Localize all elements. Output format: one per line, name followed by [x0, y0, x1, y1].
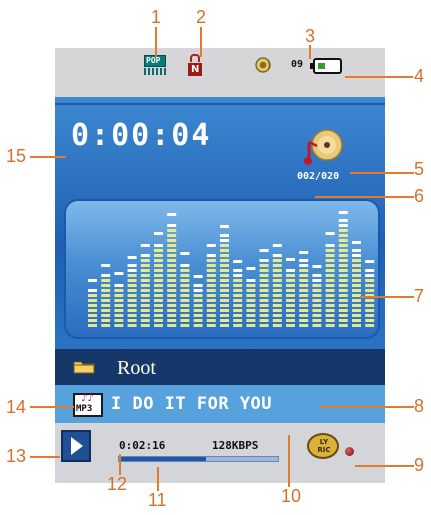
leader-11 — [157, 467, 159, 491]
callout-2: 2 — [196, 7, 207, 27]
leader-12 — [119, 454, 121, 475]
equalizer-bar — [338, 211, 348, 327]
equalizer-bar — [154, 232, 163, 327]
equalizer-bar — [114, 272, 124, 327]
leader-15 — [30, 156, 66, 158]
leader-8 — [320, 406, 414, 408]
equalizer-display — [64, 199, 380, 339]
song-title-row[interactable]: ♪♪ MP3 I DO IT FOR YOU — [55, 385, 385, 423]
callout-1: 1 — [151, 7, 162, 27]
elapsed-time: 0:02:16 — [119, 439, 166, 452]
folder-label: Root — [117, 357, 156, 379]
equalizer-bar — [206, 244, 216, 327]
leader-5 — [350, 172, 414, 174]
callout-10: 10 — [281, 486, 302, 506]
lyric-icon[interactable]: LY RIC — [307, 433, 339, 459]
mp3-file-icon: ♪♪ MP3 — [73, 393, 103, 417]
callout-5: 5 — [414, 159, 425, 179]
play-icon[interactable] — [61, 430, 91, 462]
equalizer-bar — [101, 264, 111, 327]
equalizer-bar — [259, 249, 269, 327]
equalizer-bars — [88, 211, 375, 327]
progress-bar[interactable] — [118, 456, 279, 462]
equalizer-bar — [180, 252, 190, 327]
equalizer-bar — [312, 265, 322, 327]
callout-11: 11 — [148, 490, 167, 510]
leader-4 — [345, 76, 413, 78]
equalizer-bar — [193, 275, 203, 327]
bottom-bar: 0:02:16 128KBPS LY RIC — [55, 423, 385, 483]
leader-10 — [288, 435, 290, 487]
equalizer-bar — [325, 232, 335, 327]
callout-14: 14 — [6, 397, 27, 417]
callout-7: 7 — [414, 286, 425, 306]
track-counter: 002/020 — [297, 171, 340, 182]
folder-row[interactable]: Root — [55, 349, 385, 385]
equalizer-bar — [233, 260, 243, 327]
callout-9: 9 — [414, 455, 425, 475]
playback-time: 0:00:04 — [71, 118, 212, 153]
repeat-label: N — [191, 64, 200, 75]
callout-8: 8 — [414, 396, 425, 416]
leader-1 — [155, 27, 157, 57]
folder-icon — [73, 358, 95, 374]
equalizer-bar — [88, 279, 97, 327]
status-bar: POP N 09 — [55, 48, 385, 97]
lyric-label: LY RIC — [317, 438, 331, 454]
leader-7 — [360, 296, 414, 298]
record-dot-icon — [345, 447, 354, 456]
equalizer-bar — [220, 225, 229, 327]
music-cd-icon — [303, 128, 343, 168]
equalizer-bar — [127, 256, 137, 327]
callout-3: 3 — [305, 26, 316, 46]
equalizer-bar — [299, 251, 309, 327]
pop-eq-icon[interactable]: POP — [144, 55, 166, 75]
leader-3 — [309, 45, 311, 59]
repeat-normal-icon[interactable]: N — [188, 54, 202, 76]
callout-13: 13 — [6, 446, 27, 466]
song-title: I DO IT FOR YOU — [111, 394, 273, 414]
callout-4: 4 — [414, 66, 425, 86]
leader-9 — [355, 465, 414, 467]
leader-6 — [315, 196, 414, 198]
equalizer-bar — [140, 244, 150, 327]
callout-12: 12 — [107, 474, 128, 494]
equalizer-bar — [286, 258, 295, 327]
callout-15: 15 — [6, 146, 27, 166]
leader-13 — [30, 456, 60, 458]
speaker-icon[interactable] — [255, 57, 271, 73]
battery-icon — [310, 58, 342, 74]
bitrate: 128KBPS — [212, 439, 259, 452]
progress-fill — [119, 457, 207, 461]
volume-value: 09 — [291, 59, 304, 70]
main-display-panel: 0:00:04 002/020 — [55, 97, 385, 349]
equalizer-bar — [272, 244, 282, 327]
mp3-player-screen: POP N 09 0:00:04 002/020 Root ♪♪ MP3 I D… — [55, 48, 385, 483]
eq-preset-label: POP — [146, 56, 161, 65]
format-label: MP3 — [76, 404, 93, 414]
equalizer-bar — [352, 241, 361, 327]
equalizer-bar — [246, 267, 256, 327]
equalizer-bar — [167, 213, 177, 327]
leader-14 — [30, 406, 74, 408]
callout-6: 6 — [414, 186, 425, 206]
leader-2 — [200, 27, 202, 57]
equalizer-bar — [365, 260, 375, 327]
